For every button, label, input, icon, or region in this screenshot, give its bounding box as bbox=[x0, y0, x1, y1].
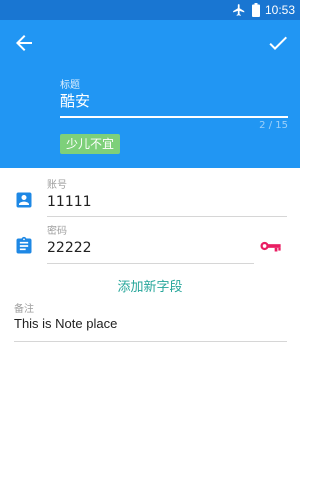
check-icon bbox=[269, 36, 287, 50]
airplane-icon bbox=[233, 4, 245, 16]
key-icon[interactable] bbox=[260, 239, 282, 253]
add-field-button[interactable]: 添加新字段 bbox=[0, 276, 300, 295]
password-field-input[interactable]: 22222 bbox=[47, 240, 92, 256]
password-field-underline bbox=[47, 263, 254, 264]
arrow-left-icon bbox=[16, 35, 32, 51]
clipboard-icon bbox=[16, 236, 32, 254]
account-field-input[interactable]: 11111 bbox=[47, 194, 92, 210]
account-badge-icon bbox=[16, 192, 32, 208]
note-underline bbox=[14, 341, 287, 342]
password-field-label: 密码 bbox=[47, 226, 67, 237]
back-button[interactable] bbox=[12, 31, 36, 55]
account-field-label: 账号 bbox=[47, 180, 67, 191]
note-input[interactable]: This is Note place bbox=[14, 316, 117, 331]
status-time: 10:53 bbox=[265, 3, 296, 17]
status-bar: 10:53 bbox=[0, 0, 300, 20]
account-field-underline bbox=[47, 216, 287, 217]
confirm-button[interactable] bbox=[266, 31, 290, 55]
tag-chip[interactable]: 少儿不宜 bbox=[60, 134, 121, 154]
header: 标题 酷安 2 / 15 少儿不宜 bbox=[0, 20, 300, 168]
note-field-label: 备注 bbox=[14, 304, 34, 315]
title-input[interactable]: 酷安 bbox=[60, 88, 286, 114]
title-char-counter: 2 / 15 bbox=[259, 120, 288, 131]
title-underline bbox=[60, 116, 288, 118]
battery-icon bbox=[252, 3, 260, 17]
